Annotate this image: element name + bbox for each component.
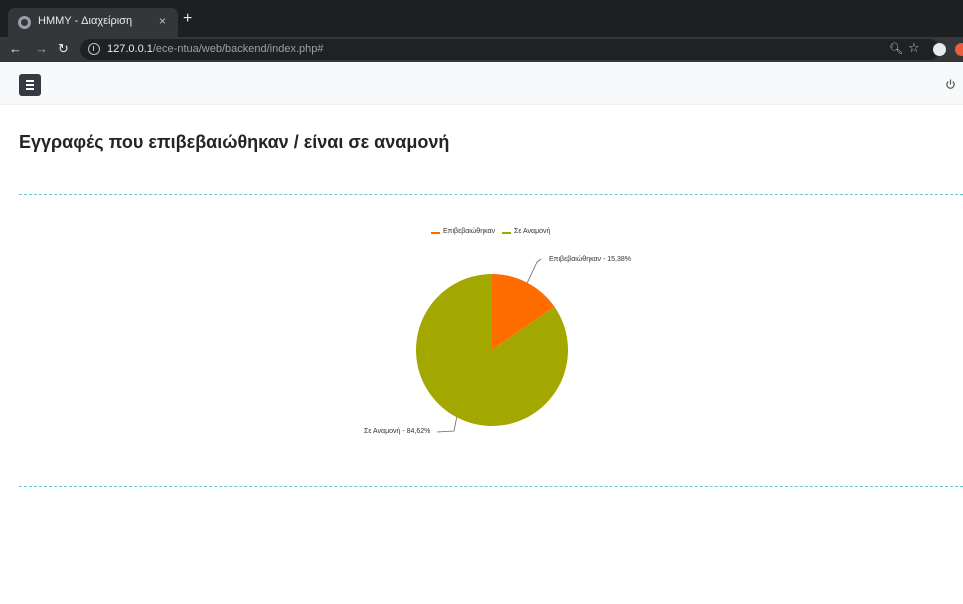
slice-label: Επιβεβαιώθηκαν - 15,38% bbox=[549, 256, 632, 263]
slice-label: Σε Αναμονή - 84,62% bbox=[364, 428, 431, 435]
leader-line bbox=[436, 417, 458, 433]
bottom-divider bbox=[19, 486, 963, 487]
pie-chart bbox=[416, 258, 568, 433]
leader-line bbox=[526, 258, 542, 283]
